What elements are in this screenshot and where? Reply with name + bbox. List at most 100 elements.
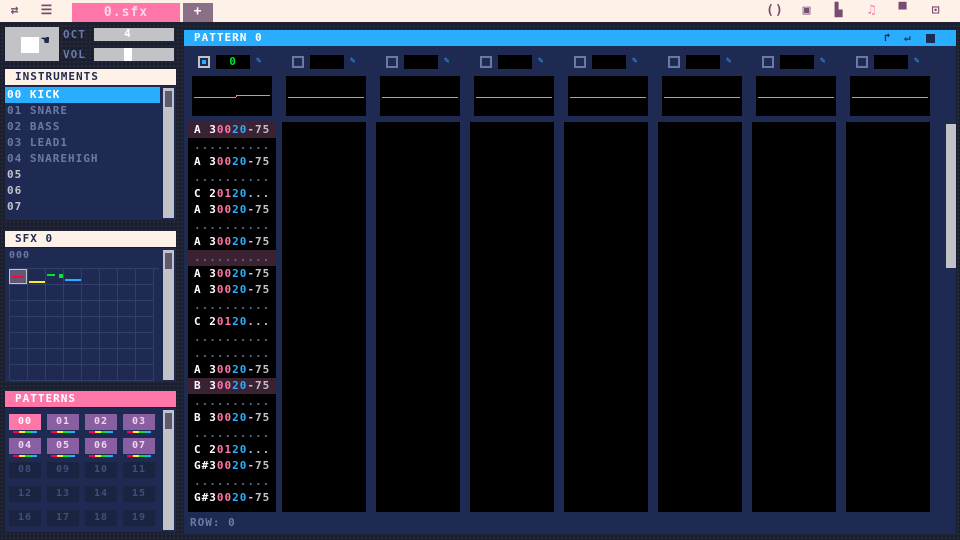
pattern-row[interactable]: .......... bbox=[188, 298, 276, 314]
save-icon[interactable]: ▣ bbox=[797, 3, 817, 19]
sfx-grid-cell[interactable] bbox=[118, 269, 136, 285]
sfx-grid-cell[interactable] bbox=[136, 333, 154, 349]
pattern-scrollbar[interactable] bbox=[944, 122, 956, 514]
pattern-row[interactable]: G#30020-75 bbox=[188, 490, 276, 506]
pattern-row[interactable]: A 30020-75 bbox=[188, 122, 276, 138]
pattern-scroll-thumb[interactable] bbox=[946, 124, 956, 268]
tab-file-sfx[interactable]: 0.sfx bbox=[72, 3, 180, 22]
pattern-row[interactable]: B 30020-75 bbox=[188, 378, 276, 394]
instrument-preview[interactable]: ☚ bbox=[5, 27, 59, 61]
play-icon[interactable]: ↱ bbox=[884, 31, 892, 44]
pattern-row[interactable]: .......... bbox=[188, 218, 276, 234]
pattern-button[interactable]: 11 bbox=[123, 462, 155, 478]
pattern-button[interactable]: 13 bbox=[47, 486, 79, 502]
sfx-grid[interactable] bbox=[9, 268, 159, 381]
channel-toggle[interactable] bbox=[574, 56, 586, 68]
pattern-row[interactable]: A 30020-75 bbox=[188, 202, 276, 218]
pattern-row[interactable]: A 30020-75 bbox=[188, 282, 276, 298]
pattern-button[interactable]: 02 bbox=[85, 414, 117, 430]
sfx-grid-cell[interactable] bbox=[82, 349, 100, 365]
sfx-grid-cell[interactable] bbox=[100, 301, 118, 317]
channel-toggle[interactable] bbox=[856, 56, 868, 68]
sfx-grid-cell[interactable] bbox=[46, 317, 64, 333]
sfx-grid-cell[interactable] bbox=[28, 365, 46, 381]
sfx-grid-cell[interactable] bbox=[82, 269, 100, 285]
sfx-grid-cell[interactable] bbox=[46, 333, 64, 349]
pattern-button[interactable]: 15 bbox=[123, 486, 155, 502]
channel-pattern-number[interactable] bbox=[498, 55, 532, 69]
sfx-grid-cell[interactable] bbox=[64, 349, 82, 365]
pattern-row[interactable]: .......... bbox=[188, 426, 276, 442]
pattern-button[interactable]: 00 bbox=[9, 414, 41, 430]
channel-pattern-number[interactable] bbox=[686, 55, 720, 69]
patterns-scrollbar[interactable] bbox=[163, 410, 174, 530]
pattern-button[interactable]: 03 bbox=[123, 414, 155, 430]
stop-icon[interactable] bbox=[926, 34, 935, 43]
sfx-grid-cell[interactable] bbox=[46, 301, 64, 317]
pattern-row[interactable]: B 30020-75 bbox=[188, 410, 276, 426]
swap-icon[interactable]: ⇄ bbox=[6, 3, 24, 19]
pattern-button[interactable]: 18 bbox=[85, 510, 117, 526]
pattern-button[interactable]: 01 bbox=[47, 414, 79, 430]
pattern-button[interactable]: 04 bbox=[9, 438, 41, 454]
instrument-item[interactable]: 04 SNAREHIGH bbox=[5, 151, 160, 167]
edit-icon[interactable]: ✎ bbox=[538, 56, 544, 66]
channel-column[interactable] bbox=[470, 122, 554, 512]
sfx-grid-cell[interactable] bbox=[82, 317, 100, 333]
pattern-row[interactable]: G#30020-75 bbox=[188, 458, 276, 474]
sfx-grid-cell[interactable] bbox=[64, 365, 82, 381]
pattern-row[interactable]: .......... bbox=[188, 330, 276, 346]
channel-toggle[interactable] bbox=[198, 56, 210, 68]
pattern-row[interactable]: .......... bbox=[188, 474, 276, 490]
instruments-scrollbar[interactable] bbox=[163, 88, 174, 218]
pattern-button[interactable]: 05 bbox=[47, 438, 79, 454]
edit-icon[interactable]: ✎ bbox=[256, 56, 262, 66]
channel-column[interactable] bbox=[376, 122, 460, 512]
instrument-item[interactable]: 07 bbox=[5, 199, 160, 215]
sfx-grid-cell[interactable] bbox=[118, 349, 136, 365]
pattern-row[interactable]: A 30020-75 bbox=[188, 266, 276, 282]
channel-column[interactable] bbox=[658, 122, 742, 512]
channel-column[interactable]: A 30020-75.......... A 30020-75..........… bbox=[188, 122, 276, 512]
sfx-grid-cell[interactable] bbox=[118, 285, 136, 301]
sfx-grid-cell[interactable] bbox=[82, 333, 100, 349]
channel-pattern-number[interactable] bbox=[404, 55, 438, 69]
channel-pattern-number[interactable] bbox=[592, 55, 626, 69]
sfx-grid-cell[interactable] bbox=[28, 317, 46, 333]
channel-pattern-number[interactable] bbox=[780, 55, 814, 69]
sfx-grid-cell[interactable] bbox=[100, 269, 118, 285]
channel-column[interactable] bbox=[564, 122, 648, 512]
sfx-scroll-thumb[interactable] bbox=[165, 253, 172, 269]
pattern-button[interactable]: 07 bbox=[123, 438, 155, 454]
sfx-grid-cell[interactable] bbox=[82, 301, 100, 317]
code-icon[interactable]: () bbox=[765, 3, 785, 19]
channel-toggle[interactable] bbox=[292, 56, 304, 68]
channel-toggle[interactable] bbox=[386, 56, 398, 68]
map-icon[interactable]: ▀ bbox=[893, 3, 913, 19]
music-icon[interactable]: ♫ bbox=[862, 3, 882, 19]
pattern-row[interactable]: A 30020-75 bbox=[188, 234, 276, 250]
pattern-button[interactable]: 06 bbox=[85, 438, 117, 454]
sfx-grid-cell[interactable] bbox=[118, 365, 136, 381]
instrument-item[interactable]: 03 LEAD1 bbox=[5, 135, 160, 151]
edit-icon[interactable]: ✎ bbox=[726, 56, 732, 66]
sfx-grid-cell[interactable] bbox=[64, 317, 82, 333]
sfx-grid-cell[interactable] bbox=[136, 365, 154, 381]
pattern-button[interactable]: 14 bbox=[85, 486, 117, 502]
sfx-grid-cell[interactable] bbox=[28, 333, 46, 349]
oct-slider[interactable]: 4 bbox=[94, 27, 174, 41]
sfx-selected-cell[interactable] bbox=[9, 269, 27, 284]
sfx-grid-cell[interactable] bbox=[10, 365, 28, 381]
pattern-button[interactable]: 16 bbox=[9, 510, 41, 526]
pattern-row[interactable]: C 20120... bbox=[188, 314, 276, 330]
tv-icon[interactable]: ⊡ bbox=[926, 3, 946, 19]
return-icon[interactable]: ↵ bbox=[904, 31, 912, 44]
edit-icon[interactable]: ✎ bbox=[820, 56, 826, 66]
pattern-row[interactable]: A 30020-75 bbox=[188, 154, 276, 170]
sfx-grid-cell[interactable] bbox=[10, 301, 28, 317]
pattern-row[interactable]: A 30020-75 bbox=[188, 362, 276, 378]
channel-pattern-number[interactable] bbox=[310, 55, 344, 69]
vol-handle[interactable] bbox=[124, 48, 132, 61]
sfx-grid-cell[interactable] bbox=[46, 349, 64, 365]
sfx-grid-cell[interactable] bbox=[10, 285, 28, 301]
